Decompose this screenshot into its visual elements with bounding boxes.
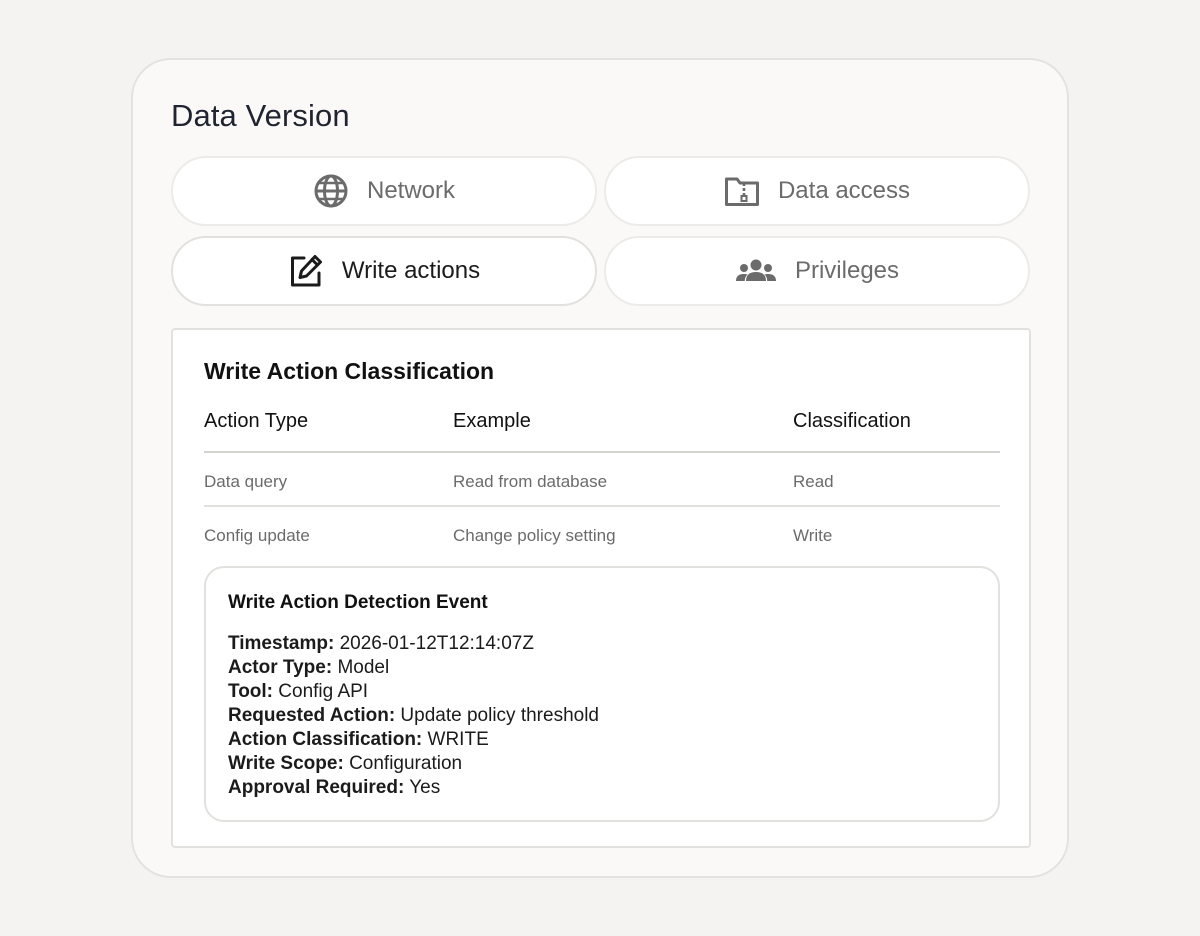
tab-data-access[interactable]: Data access bbox=[604, 156, 1030, 226]
field-label: Action Classification: bbox=[228, 729, 423, 750]
table-cell: Read from database bbox=[453, 472, 608, 491]
event-field-actor-type: Actor Type: Model bbox=[228, 656, 599, 680]
users-icon bbox=[735, 259, 776, 281]
event-field-requested-action: Requested Action: Update policy threshol… bbox=[228, 704, 599, 728]
tab-write-actions[interactable]: Write actions bbox=[171, 236, 597, 306]
field-label: Tool: bbox=[228, 681, 274, 702]
tab-network[interactable]: Network bbox=[171, 156, 597, 226]
header-divider bbox=[204, 451, 1000, 453]
row-divider bbox=[204, 505, 1000, 507]
tab-label: Privileges bbox=[794, 257, 900, 284]
column-header-classification: Classification bbox=[793, 410, 911, 432]
event-field-tool: Tool: Config API bbox=[228, 680, 599, 704]
folder-zip-icon bbox=[724, 177, 759, 206]
edit-icon bbox=[290, 255, 322, 287]
table-cell: Config update bbox=[204, 526, 310, 545]
field-value: WRITE bbox=[427, 729, 489, 750]
table-cell: Read bbox=[793, 472, 834, 491]
event-field-write-scope: Write Scope: Configuration bbox=[228, 752, 599, 776]
event-title: Write Action Detection Event bbox=[228, 592, 488, 613]
field-label: Approval Required: bbox=[228, 777, 405, 798]
classification-panel: Write Action Classification Action Type … bbox=[171, 328, 1031, 848]
field-label: Actor Type: bbox=[228, 657, 333, 678]
event-fields: Timestamp: 2026-01-12T12:14:07Z Actor Ty… bbox=[228, 632, 599, 800]
tab-label: Write actions bbox=[341, 257, 481, 284]
panel-title: Write Action Classification bbox=[204, 358, 495, 384]
table-cell: Data query bbox=[204, 472, 288, 491]
field-value: 2026-01-12T12:14:07Z bbox=[339, 633, 534, 654]
field-value: Config API bbox=[278, 681, 369, 702]
tab-privileges[interactable]: Privileges bbox=[604, 236, 1030, 306]
field-value: Update policy threshold bbox=[400, 705, 599, 726]
event-field-action-classification: Action Classification: WRITE bbox=[228, 728, 599, 752]
field-value: Model bbox=[337, 657, 390, 678]
column-header-example: Example bbox=[453, 410, 531, 432]
data-version-card: Data Version Network Data access Write a… bbox=[131, 58, 1069, 878]
globe-icon bbox=[314, 174, 348, 208]
detection-event-card: Write Action Detection Event Timestamp: … bbox=[204, 566, 1000, 822]
tab-label: Network bbox=[366, 177, 456, 204]
field-label: Write Scope: bbox=[228, 753, 344, 774]
field-value: Yes bbox=[409, 777, 441, 798]
field-label: Requested Action: bbox=[228, 705, 396, 726]
table-cell: Write bbox=[793, 526, 833, 545]
field-label: Timestamp: bbox=[228, 633, 335, 654]
event-field-approval-required: Approval Required: Yes bbox=[228, 776, 599, 800]
table-cell: Change policy setting bbox=[453, 526, 616, 545]
event-field-timestamp: Timestamp: 2026-01-12T12:14:07Z bbox=[228, 632, 599, 656]
column-header-action-type: Action Type bbox=[204, 410, 309, 432]
field-value: Configuration bbox=[349, 753, 463, 774]
tab-label: Data access bbox=[777, 177, 911, 204]
page-title: Data Version bbox=[171, 98, 350, 133]
